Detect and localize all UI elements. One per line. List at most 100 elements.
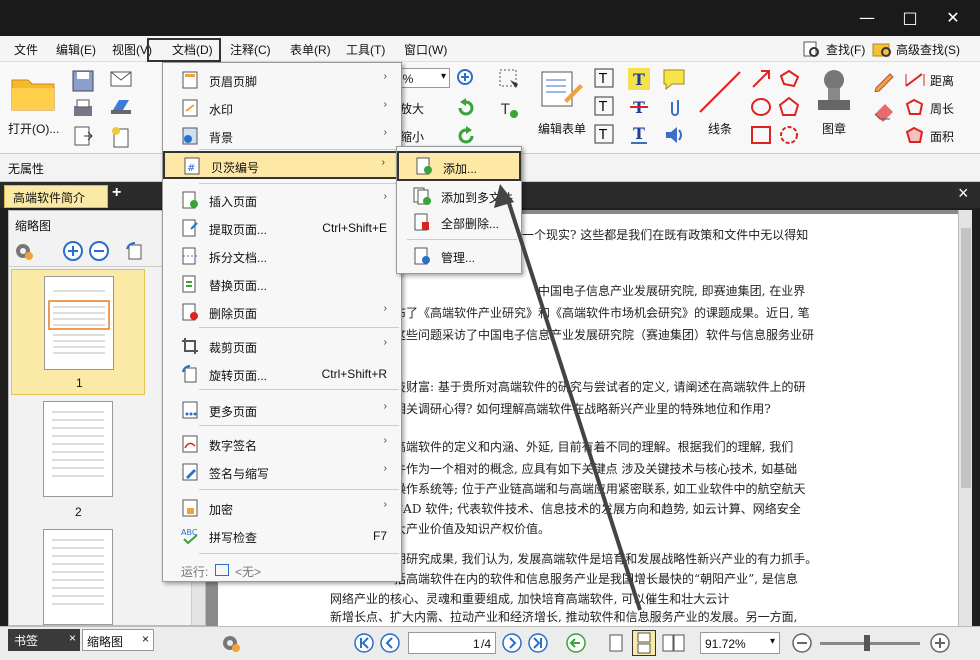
zoom-slider[interactable] — [820, 635, 920, 651]
rotate-thumb-icon[interactable] — [125, 241, 145, 261]
close-icon[interactable]: × — [142, 632, 149, 646]
ellipse-tool-icon[interactable] — [750, 96, 772, 118]
scan-icon[interactable] — [110, 98, 132, 116]
thumbnail-page-3[interactable] — [43, 529, 113, 625]
advanced-find-icon[interactable] — [872, 40, 892, 58]
menu-tools[interactable]: 工具(T) — [346, 41, 385, 58]
pencil-icon[interactable] — [872, 68, 896, 93]
menu-item-encrypt[interactable]: 加密 › — [163, 495, 401, 521]
menu-form[interactable]: 表单(R) — [290, 41, 331, 58]
arrow-tool-icon[interactable] — [750, 68, 772, 90]
shrink-label[interactable]: 缩小 — [400, 128, 424, 145]
menu-comment[interactable]: 注释(C) — [230, 41, 271, 58]
print-icon[interactable] — [72, 98, 94, 120]
perimeter-label[interactable]: 周长 — [930, 100, 954, 117]
email-icon[interactable] — [110, 70, 132, 88]
menu-item-spell-check[interactable]: ABC 拼写检查 F7 — [163, 523, 401, 549]
enlarge-label[interactable]: 放大 — [400, 100, 424, 117]
attach-file-icon[interactable] — [666, 96, 686, 118]
stamp-label[interactable]: 图章 — [822, 120, 846, 137]
area-icon[interactable] — [904, 126, 926, 146]
rectangle-tool-icon[interactable] — [750, 124, 772, 146]
menu-item-background[interactable]: 背景 › — [163, 123, 401, 149]
thumbnails-tab[interactable]: 缩略图 × — [82, 629, 154, 651]
next-page-icon[interactable] — [502, 633, 522, 653]
menu-item-replace-pages[interactable]: 替换页面... — [163, 271, 401, 297]
edit-form-label[interactable]: 编辑表单 — [538, 120, 586, 137]
document-scrollbar[interactable] — [958, 210, 972, 626]
open-folder-icon[interactable] — [10, 72, 58, 112]
document-tab[interactable]: 高端软件简介 — [4, 185, 108, 208]
find-icon[interactable] — [802, 40, 820, 58]
underline-icon[interactable]: T — [628, 124, 650, 146]
save-icon[interactable] — [72, 70, 94, 92]
scrollbar-thumb[interactable] — [961, 228, 971, 488]
line-tool-icon[interactable] — [696, 68, 744, 116]
eraser-icon[interactable] — [872, 98, 896, 122]
polyline-icon[interactable] — [778, 68, 800, 90]
stamp-icon[interactable] — [814, 68, 854, 116]
add-tab-icon[interactable]: + — [112, 184, 121, 202]
menu-item-split-document[interactable]: 拆分文档... — [163, 243, 401, 269]
page-number-field[interactable]: 1 /4 — [408, 632, 496, 654]
menu-item-bates-numbering[interactable]: # 贝茨编号 › — [163, 151, 401, 179]
menu-item-insert-page[interactable]: 插入页面 › — [163, 187, 401, 213]
edit-form-icon[interactable] — [540, 70, 584, 110]
line-label[interactable]: 线条 — [708, 120, 732, 137]
menu-item-watermark[interactable]: 水印 › — [163, 95, 401, 121]
typewriter-icon[interactable]: T — [594, 96, 614, 116]
last-page-icon[interactable] — [528, 633, 548, 653]
menu-item-digital-signature[interactable]: 数字签名 › — [163, 431, 401, 457]
thumbnail-page-1[interactable] — [44, 276, 114, 370]
previous-page-icon[interactable] — [380, 633, 400, 653]
new-document-icon[interactable] — [110, 126, 132, 148]
find-button[interactable]: 查找(F) — [826, 41, 865, 58]
zoom-out-thumb-icon[interactable] — [89, 241, 109, 261]
menu-item-delete-pages[interactable]: 删除页面 › — [163, 299, 401, 325]
callout-icon[interactable]: T — [594, 124, 614, 144]
menu-view[interactable]: 视图(V) — [112, 41, 152, 58]
menu-item-sign-initials[interactable]: 签名与缩写 › — [163, 459, 401, 485]
minimize-button[interactable]: — — [855, 8, 879, 28]
thumbnail-selected[interactable]: 1 — [11, 269, 145, 395]
continuous-page-icon[interactable] — [632, 630, 656, 656]
menu-item-header-footer[interactable]: 页眉页脚 › — [163, 67, 401, 93]
zoom-select[interactable]: 91.72% ▾ — [700, 632, 780, 654]
zoom-in-thumb-icon[interactable] — [63, 241, 83, 261]
menu-edit[interactable]: 编辑(E) — [56, 41, 96, 58]
back-icon[interactable] — [566, 633, 586, 653]
menu-item-extract-pages[interactable]: 提取页面... Ctrl+Shift+E — [163, 215, 401, 241]
rotate-right-icon[interactable] — [456, 126, 476, 146]
perimeter-icon[interactable] — [904, 98, 926, 118]
close-window-button[interactable]: ✕ — [941, 8, 965, 28]
bookmarks-tab[interactable]: 书签 × — [8, 629, 80, 651]
note-icon[interactable] — [662, 68, 686, 91]
menu-item-more-pages[interactable]: 更多页面 › — [163, 397, 401, 423]
zoom-in-icon[interactable] — [456, 68, 476, 88]
text-field-icon[interactable]: T — [498, 98, 520, 120]
sound-icon[interactable] — [664, 124, 686, 146]
distance-icon[interactable] — [904, 70, 926, 90]
select-text-icon[interactable] — [498, 68, 520, 90]
submenu-item-add[interactable]: 添加... — [397, 151, 521, 181]
zoom-slider-handle[interactable] — [864, 635, 870, 651]
advanced-find-button[interactable]: 高级查找(S) — [896, 41, 960, 58]
area-label[interactable]: 面积 — [930, 128, 954, 145]
first-page-icon[interactable] — [354, 633, 374, 653]
menu-item-run[interactable]: 运行: <无> — [163, 557, 401, 583]
polygon-tool-icon[interactable] — [778, 96, 800, 118]
text-box-tool-icon[interactable]: T — [594, 68, 614, 88]
menu-item-rotate-pages[interactable]: 旋转页面... Ctrl+Shift+R — [163, 361, 401, 387]
facing-page-icon[interactable] — [662, 633, 686, 653]
settings-gear-icon[interactable] — [220, 633, 242, 653]
single-page-icon[interactable] — [608, 633, 624, 653]
distance-label[interactable]: 距离 — [930, 72, 954, 89]
maximize-button[interactable]: □ — [898, 8, 922, 28]
open-button-label[interactable]: 打开(O)... — [8, 120, 59, 137]
zoom-in-status-icon[interactable] — [930, 633, 950, 653]
menu-item-crop-pages[interactable]: 裁剪页面 › — [163, 333, 401, 359]
highlight-text-icon[interactable]: T — [628, 68, 650, 90]
menu-window[interactable]: 窗口(W) — [404, 41, 447, 58]
menu-file[interactable]: 文件 — [14, 41, 38, 58]
zoom-out-icon[interactable] — [792, 633, 812, 653]
